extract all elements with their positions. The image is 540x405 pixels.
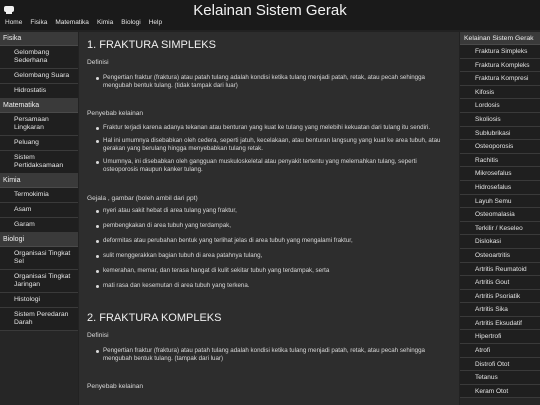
right-item-artritis-gout[interactable]: Artritis Gout: [460, 276, 540, 290]
list-item: nyeri atau sakit hebat di area tulang ya…: [96, 207, 445, 215]
list-item: Fraktur terjadi karena adanya tekanan at…: [96, 124, 445, 132]
right-item-hidrosefalus[interactable]: Hidrosefalus: [460, 180, 540, 195]
right-item-fraktura-simpleks[interactable]: Fraktura Simpleks: [460, 45, 540, 59]
right-item-fraktura-kompleks[interactable]: Fraktura Kompleks: [460, 58, 540, 73]
right-item-skoliosis[interactable]: Skoliosis: [460, 112, 540, 127]
penyebab-label: Penyebab kelainan: [87, 383, 144, 390]
nav-home[interactable]: Home: [1, 16, 26, 30]
top-nav: Home Fisika Matematika Kimia Biologi Hel…: [0, 16, 166, 30]
right-item-terkilir[interactable]: Terkilir / Keseleo: [460, 221, 540, 236]
sidebar-section-kimia[interactable]: Kimia: [0, 174, 78, 188]
header: Kelainan Sistem Gerak Home Fisika Matema…: [0, 0, 540, 30]
section-title: 2. FRAKTURA KOMPLEKS: [87, 312, 222, 324]
list-item: sulit menggerakkan bagian tubuh di area …: [96, 252, 445, 260]
right-item-artritis-sika[interactable]: Artritis Sika: [460, 303, 540, 317]
sidebar-item[interactable]: Garam: [0, 218, 78, 233]
right-item-osteoporosis[interactable]: Osteoporosis: [460, 140, 540, 154]
list-item: deformitas atau perubahan bentuk yang te…: [96, 237, 445, 245]
right-item-distrofi-otot[interactable]: Distrofi Otot: [460, 357, 540, 372]
definisi-text: Pengertian fraktur (fraktura) atau patah…: [96, 74, 445, 90]
right-sidebar: Kelainan Sistem Gerak Fraktura Simpleks …: [460, 32, 540, 405]
sidebar-section-biologi[interactable]: Biologi: [0, 233, 78, 247]
sidebar-item[interactable]: Sistem Peredaran Darah: [0, 308, 78, 331]
sidebar-section-matematika[interactable]: Matematika: [0, 99, 78, 113]
right-item-artritis-reumatoid[interactable]: Artritis Reumatoid: [460, 262, 540, 277]
right-item-artritis-psoriatik[interactable]: Artritis Psoriatik: [460, 289, 540, 304]
sidebar-item[interactable]: Organisasi Tingkat Jaringan: [0, 270, 78, 293]
definisi-label: Definisi: [87, 59, 109, 66]
right-item-dislokasi[interactable]: Dislokasi: [460, 235, 540, 249]
definisi-label: Definisi: [87, 332, 109, 339]
list-item: Hal ini umumnya disebabkan oleh cedera, …: [96, 137, 445, 153]
left-sidebar: Fisika Gelombang Sederhana Gelombang Sua…: [0, 32, 78, 405]
nav-fisika[interactable]: Fisika: [26, 16, 51, 30]
sidebar-item[interactable]: Sistem Pertidaksamaan: [0, 151, 78, 174]
app-window: Kelainan Sistem Gerak Home Fisika Matema…: [0, 0, 540, 405]
nav-help[interactable]: Help: [145, 16, 166, 30]
right-item-hipertrofi[interactable]: Hipertrofi: [460, 330, 540, 345]
sidebar-item[interactable]: Termokimia: [0, 188, 78, 203]
right-item-kifosis[interactable]: Kifosis: [460, 85, 540, 100]
right-item-mikrosefalus[interactable]: Mikrosefalus: [460, 167, 540, 181]
sidebar-item[interactable]: Histologi: [0, 293, 78, 308]
sidebar-item[interactable]: Asam: [0, 203, 78, 218]
right-item-rachitis[interactable]: Rachitis: [460, 153, 540, 168]
penyebab-label: Penyebab kelainan: [87, 110, 144, 117]
right-sidebar-title[interactable]: Kelainan Sistem Gerak: [460, 32, 540, 45]
sidebar-item[interactable]: Organisasi Tingkat Sel: [0, 247, 78, 270]
nav-matematika[interactable]: Matematika: [51, 16, 93, 30]
right-item-tetanus[interactable]: Tetanus: [460, 371, 540, 385]
list-item: kemerahan, memar, dan terasa hangat di k…: [96, 267, 445, 275]
right-item-artritis-eksudatif[interactable]: Artritis Eksudatif: [460, 316, 540, 331]
sidebar-item[interactable]: Peluang: [0, 136, 78, 151]
nav-biologi[interactable]: Biologi: [117, 16, 145, 30]
right-item-osteoartritis[interactable]: Osteoartritis: [460, 248, 540, 263]
list-item: pembengkakan di area tubuh yang terdampa…: [96, 222, 445, 230]
section-title: 1. FRAKTURA SIMPLEKS: [87, 39, 216, 51]
sidebar-section-fisika[interactable]: Fisika: [0, 32, 78, 46]
right-item-osteomalasia[interactable]: Osteomalasia: [460, 208, 540, 222]
main-content: 1. FRAKTURA SIMPLEKS Definisi Pengertian…: [79, 32, 459, 405]
nav-kimia[interactable]: Kimia: [93, 16, 117, 30]
list-item: Umumnya, ini disebabkan oleh gangguan mu…: [96, 158, 445, 174]
sidebar-item[interactable]: Gelombang Sederhana: [0, 46, 78, 69]
right-item-sublubrikasi[interactable]: Sublubrikasi: [460, 126, 540, 141]
list-item: mati rasa dan kesemutan di area tubuh ya…: [96, 282, 445, 290]
right-item-atrofi[interactable]: Atrofi: [460, 344, 540, 358]
right-item-lordosis[interactable]: Lordosis: [460, 99, 540, 113]
definisi-text: Pengertian fraktur (fraktura) atau patah…: [96, 347, 445, 363]
right-item-keram-otot[interactable]: Keram Otot: [460, 384, 540, 399]
right-item-fraktura-kompresi[interactable]: Fraktura Kompresi: [460, 72, 540, 86]
sidebar-item[interactable]: Persamaan Lingkaran: [0, 113, 78, 136]
right-item-layuh-semu[interactable]: Layuh Semu: [460, 194, 540, 209]
sidebar-item[interactable]: Gelombang Suara: [0, 69, 78, 84]
sidebar-item[interactable]: Hidrostatis: [0, 84, 78, 99]
gejala-label: Gejala , gambar (boleh ambil dari ppt): [87, 195, 198, 202]
